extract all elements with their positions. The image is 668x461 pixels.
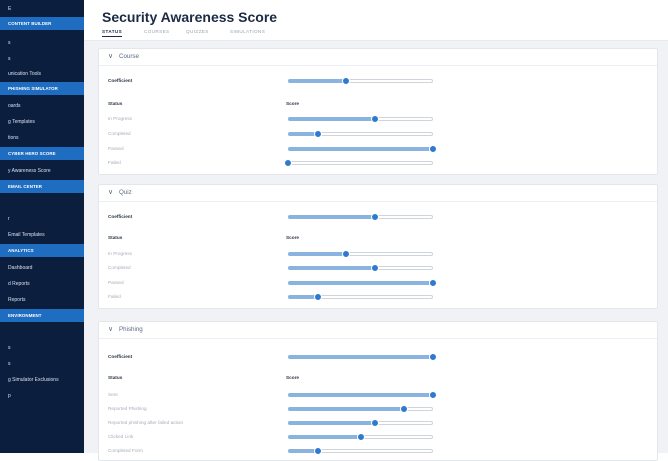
phishing-panel: ∨ Phishing Coefficient Status Score Sent… — [98, 321, 658, 461]
page-title: Security Awareness Score — [102, 9, 278, 25]
quiz-completed-slider[interactable] — [288, 264, 433, 272]
slider-thumb[interactable] — [429, 279, 437, 287]
slider-thumb[interactable] — [342, 77, 350, 85]
sidebar-item-scheduled-reports[interactable]: d Reports — [0, 277, 84, 291]
row-label-passed: Passed — [108, 280, 124, 285]
sidebar-item-dashboards[interactable]: oards — [0, 99, 84, 113]
slider-thumb[interactable] — [342, 250, 350, 258]
slider-thumb[interactable] — [371, 264, 379, 272]
slider-thumb[interactable] — [314, 130, 323, 138]
quiz-coefficient-slider[interactable] — [288, 213, 433, 221]
sidebar-section-environment[interactable]: ENVIRONMENT — [0, 309, 84, 322]
sidebar-item-reports[interactable]: Reports — [0, 293, 84, 307]
course-coefficient-slider[interactable] — [288, 77, 433, 85]
slider-thumb[interactable] — [371, 213, 379, 221]
sidebar-item-12[interactable]: r — [0, 212, 84, 226]
slider-thumb[interactable] — [371, 419, 379, 427]
row-label-completed: Completed — [108, 131, 131, 136]
slider-thumb[interactable] — [371, 115, 379, 123]
phishing-clicked-link-slider[interactable] — [288, 433, 433, 441]
slider-thumb[interactable] — [356, 433, 365, 441]
quiz-failed-slider[interactable] — [288, 293, 433, 301]
main-content: ∨ Course Coefficient Status Score In Pro… — [84, 41, 668, 461]
tab-quizzes[interactable]: QUIZZES — [186, 29, 209, 36]
sidebar-item-0[interactable]: E — [0, 2, 84, 16]
sidebar-item-2[interactable]: s — [0, 36, 84, 50]
course-failed-slider[interactable] — [284, 159, 433, 167]
score-header: Score — [286, 375, 300, 380]
sidebar-section-content-builder[interactable]: CONTENT BUILDER — [0, 17, 84, 30]
sidebar: E CONTENT BUILDER s s unication Tools PH… — [0, 0, 84, 453]
row-label-sent: Sent — [108, 392, 118, 397]
sidebar-item-20[interactable]: s — [0, 357, 84, 371]
slider-thumb[interactable] — [314, 447, 323, 455]
course-completed-slider[interactable] — [288, 130, 433, 138]
sidebar-item-dashboard[interactable]: Dashboard — [0, 261, 84, 275]
course-passed-slider[interactable] — [288, 145, 437, 153]
row-label-passed: Passed — [108, 146, 124, 151]
score-header: Score — [286, 101, 300, 106]
slider-thumb[interactable] — [314, 293, 323, 301]
sidebar-section-email-center[interactable]: EMAIL CENTER — [0, 180, 84, 193]
course-panel-title: Course — [119, 53, 139, 60]
slider-thumb[interactable] — [400, 405, 408, 413]
sidebar-item-22[interactable]: p — [0, 389, 84, 403]
course-panel-header[interactable]: ∨ Course — [99, 49, 657, 66]
sidebar-item-communication-tools[interactable]: unication Tools — [0, 67, 84, 81]
phishing-reported-after-failed-slider[interactable] — [288, 419, 433, 427]
status-header: Status — [108, 101, 123, 106]
sidebar-item-19[interactable]: s — [0, 341, 84, 355]
tab-courses[interactable]: COURSES — [144, 29, 170, 36]
row-label-reported-phishing: Reported Phishing — [108, 406, 147, 411]
sidebar-item-simulations[interactable]: tions — [0, 131, 84, 145]
row-label-failed: Failed — [108, 160, 121, 165]
quiz-panel-title: Quiz — [119, 189, 132, 196]
slider-thumb[interactable] — [429, 353, 437, 361]
slider-thumb[interactable] — [284, 159, 292, 167]
sidebar-item-email-templates[interactable]: Email Templates — [0, 228, 84, 242]
score-header: Score — [286, 235, 300, 240]
phishing-panel-header[interactable]: ∨ Phishing — [99, 322, 657, 339]
status-header: Status — [108, 375, 123, 380]
tab-simulations[interactable]: SIMULATIONS — [230, 29, 265, 36]
quiz-panel-header[interactable]: ∨ Quiz — [99, 185, 657, 202]
sidebar-item-phishing-templates[interactable]: g Templates — [0, 115, 84, 129]
row-label-failed: Failed — [108, 294, 121, 299]
coefficient-label: Coefficient — [108, 214, 133, 219]
tab-status[interactable]: STATUS — [102, 29, 123, 37]
quiz-panel: ∨ Quiz Coefficient Status Score In Progr… — [98, 184, 658, 309]
course-panel: ∨ Course Coefficient Status Score In Pro… — [98, 48, 658, 175]
phishing-panel-title: Phishing — [119, 326, 143, 333]
row-label-completed-form: Completed Form — [108, 448, 143, 453]
phishing-completed-form-slider[interactable] — [288, 447, 433, 455]
row-label-clicked-link: Clicked Link — [108, 434, 134, 439]
sidebar-section-cyber-hero-score[interactable]: CYBER HERO SCORE — [0, 147, 84, 160]
phishing-reported-slider[interactable] — [288, 405, 433, 413]
sidebar-section-phishing-simulator[interactable]: PHISHING SIMULATOR — [0, 82, 84, 95]
row-label-reported-after-failed: Reported phishing after failed action — [108, 420, 184, 425]
sidebar-item-security-awareness-score[interactable]: y Awareness Score — [0, 164, 84, 178]
sidebar-item-3[interactable]: s — [0, 52, 84, 66]
chevron-down-icon: ∨ — [108, 326, 114, 333]
quiz-passed-slider[interactable] — [288, 279, 437, 287]
row-label-in-progress: In Progress — [108, 251, 132, 256]
slider-thumb[interactable] — [429, 145, 437, 153]
chevron-down-icon: ∨ — [108, 53, 114, 60]
sidebar-item-phishing-simulator-exclusions[interactable]: g Simulator Exclusions — [0, 373, 84, 387]
row-label-in-progress: In Progress — [108, 116, 132, 121]
chevron-down-icon: ∨ — [108, 189, 114, 196]
phishing-sent-slider[interactable] — [288, 391, 437, 399]
sidebar-section-analytics[interactable]: ANALYTICS — [0, 244, 84, 257]
phishing-coefficient-slider[interactable] — [288, 353, 437, 361]
quiz-in-progress-slider[interactable] — [288, 250, 433, 258]
coefficient-label: Coefficient — [108, 354, 133, 359]
slider-thumb[interactable] — [429, 391, 437, 399]
status-header: Status — [108, 235, 123, 240]
row-label-completed: Completed — [108, 265, 131, 270]
coefficient-label: Coefficient — [108, 78, 133, 83]
course-in-progress-slider[interactable] — [288, 115, 433, 123]
